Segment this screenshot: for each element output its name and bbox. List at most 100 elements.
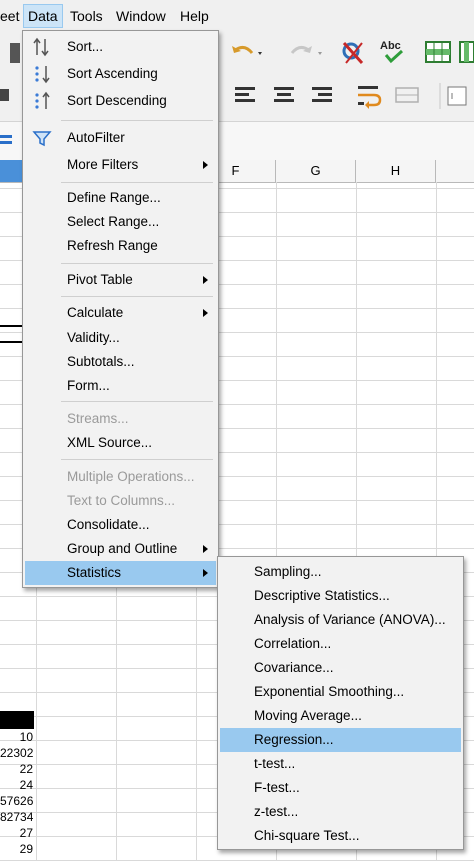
redo-icon[interactable] (282, 41, 326, 65)
menu-item-define-range[interactable]: Define Range... (25, 186, 216, 210)
menu-item-label: Calculate (67, 305, 124, 320)
menu-item-label: AutoFilter (67, 130, 125, 145)
menu-item-form[interactable]: Form... (25, 374, 216, 398)
column-header-g[interactable]: G (276, 160, 356, 182)
menu-separator (61, 401, 213, 402)
menu-help[interactable]: Help (176, 5, 213, 27)
cell-value[interactable]: 10 (0, 729, 33, 745)
equals-icon[interactable] (0, 132, 14, 148)
menu-item-streams: Streams... (25, 407, 216, 431)
menu-item-xml-source[interactable]: XML Source... (25, 431, 216, 455)
row-icon[interactable] (424, 39, 452, 65)
submenu-item-correlation[interactable]: Correlation... (220, 632, 461, 656)
cell-border-top (0, 325, 22, 327)
align-center-icon[interactable] (272, 83, 298, 107)
submenu-item-regression[interactable]: Regression... (220, 728, 461, 752)
submenu-item-label: z-test... (254, 804, 299, 819)
align-right-icon[interactable] (310, 83, 336, 107)
menu-separator (61, 459, 213, 460)
submenu-arrow-icon (203, 309, 208, 317)
menu-item-sort[interactable]: Sort... (25, 35, 216, 59)
column-icon[interactable] (458, 39, 474, 65)
menu-item-label: Subtotals... (67, 354, 135, 369)
merge-cells-icon[interactable] (394, 85, 422, 107)
submenu-arrow-icon (203, 545, 208, 553)
menu-item-label: Group and Outline (67, 541, 178, 556)
undo-icon[interactable] (228, 41, 264, 65)
submenu-item-label: Exponential Smoothing... (254, 684, 405, 699)
format-icon[interactable] (438, 83, 468, 109)
menu-item-label: Consolidate... (67, 517, 150, 532)
selected-column-header[interactable] (0, 160, 22, 182)
cell-value[interactable]: 24 (0, 777, 33, 793)
menu-separator (61, 182, 213, 183)
submenu-item-chi-square-test[interactable]: Chi-square Test... (220, 824, 461, 848)
save-icon[interactable] (4, 41, 20, 65)
cell-value[interactable]: 22302 (0, 745, 33, 761)
cell-value[interactable]: 27 (0, 825, 33, 841)
submenu-item-f-test[interactable]: F-test... (220, 776, 461, 800)
cell-border-bottom (0, 341, 22, 343)
menu-window[interactable]: Window (112, 5, 170, 27)
menu-item-group-and-outline[interactable]: Group and Outline (25, 537, 216, 561)
submenu-item-sampling[interactable]: Sampling... (220, 560, 461, 584)
cell-value[interactable]: 29 (0, 841, 33, 857)
menu-separator (61, 263, 213, 264)
menu-item-select-range[interactable]: Select Range... (25, 210, 216, 234)
paint-icon[interactable] (0, 85, 12, 105)
cell-value[interactable]: 57626 (0, 793, 33, 809)
menu-item-consolidate[interactable]: Consolidate... (25, 513, 216, 537)
filled-cell (0, 711, 34, 729)
submenu-item-t-test[interactable]: t-test... (220, 752, 461, 776)
menu-item-subtotals[interactable]: Subtotals... (25, 350, 216, 374)
submenu-item-label: Covariance... (254, 660, 334, 675)
submenu-item-label: Descriptive Statistics... (254, 588, 390, 603)
menu-item-label: Multiple Operations... (67, 469, 195, 484)
menu-item-sort-ascending[interactable]: Sort Ascending (25, 62, 216, 86)
submenu-item-anova[interactable]: Analysis of Variance (ANOVA)... (220, 608, 461, 632)
submenu-item-exponential-smoothing[interactable]: Exponential Smoothing... (220, 680, 461, 704)
menu-item-label: Sort Descending (67, 93, 167, 108)
submenu-item-label: Regression... (254, 732, 334, 747)
menu-item-label: Validity... (67, 330, 120, 345)
find-replace-icon[interactable] (340, 39, 368, 67)
data-menu: Sort... Sort Ascending Sort Descending A… (22, 30, 219, 588)
menu-item-label: Form... (67, 378, 110, 393)
menu-separator (61, 120, 213, 121)
wrap-text-icon[interactable] (356, 83, 384, 109)
submenu-item-z-test[interactable]: z-test... (220, 800, 461, 824)
menu-tools[interactable]: Tools (66, 5, 107, 27)
svg-text:Abc: Abc (380, 40, 401, 52)
menu-data[interactable]: Data (23, 4, 63, 28)
menu-sheet[interactable]: eet (0, 5, 23, 27)
spellcheck-icon[interactable]: Abc (378, 37, 410, 67)
submenu-arrow-icon (203, 569, 208, 577)
menu-item-label: Sort... (67, 39, 104, 54)
cell-value[interactable]: 22 (0, 761, 33, 777)
align-left-icon[interactable] (233, 83, 259, 107)
menu-item-refresh-range[interactable]: Refresh Range (25, 234, 216, 258)
menu-item-label: Select Range... (67, 214, 160, 229)
cell-value[interactable]: 82734 (0, 809, 33, 825)
column-header-h[interactable]: H (356, 160, 436, 182)
menu-item-pivot-table[interactable]: Pivot Table (25, 268, 216, 292)
submenu-arrow-icon (203, 161, 208, 169)
autofilter-icon (32, 131, 52, 147)
submenu-item-label: Analysis of Variance (ANOVA)... (254, 612, 446, 627)
menu-item-label: Sort Ascending (67, 66, 158, 81)
menu-item-autofilter[interactable]: AutoFilter (25, 126, 216, 150)
sort-descending-icon (35, 91, 50, 109)
menu-item-calculate[interactable]: Calculate (25, 301, 216, 325)
sort-ascending-icon (35, 66, 50, 84)
menu-item-more-filters[interactable]: More Filters (25, 153, 216, 177)
menu-item-label: Statistics (67, 565, 122, 580)
menu-item-validity[interactable]: Validity... (25, 326, 216, 350)
menu-item-statistics[interactable]: Statistics (25, 561, 216, 585)
submenu-arrow-icon (203, 276, 208, 284)
menu-item-label: Pivot Table (67, 272, 133, 287)
menu-item-sort-descending[interactable]: Sort Descending (25, 89, 216, 113)
submenu-item-moving-average[interactable]: Moving Average... (220, 704, 461, 728)
submenu-item-descriptive-statistics[interactable]: Descriptive Statistics... (220, 584, 461, 608)
submenu-item-covariance[interactable]: Covariance... (220, 656, 461, 680)
menu-item-label: Refresh Range (67, 238, 158, 253)
